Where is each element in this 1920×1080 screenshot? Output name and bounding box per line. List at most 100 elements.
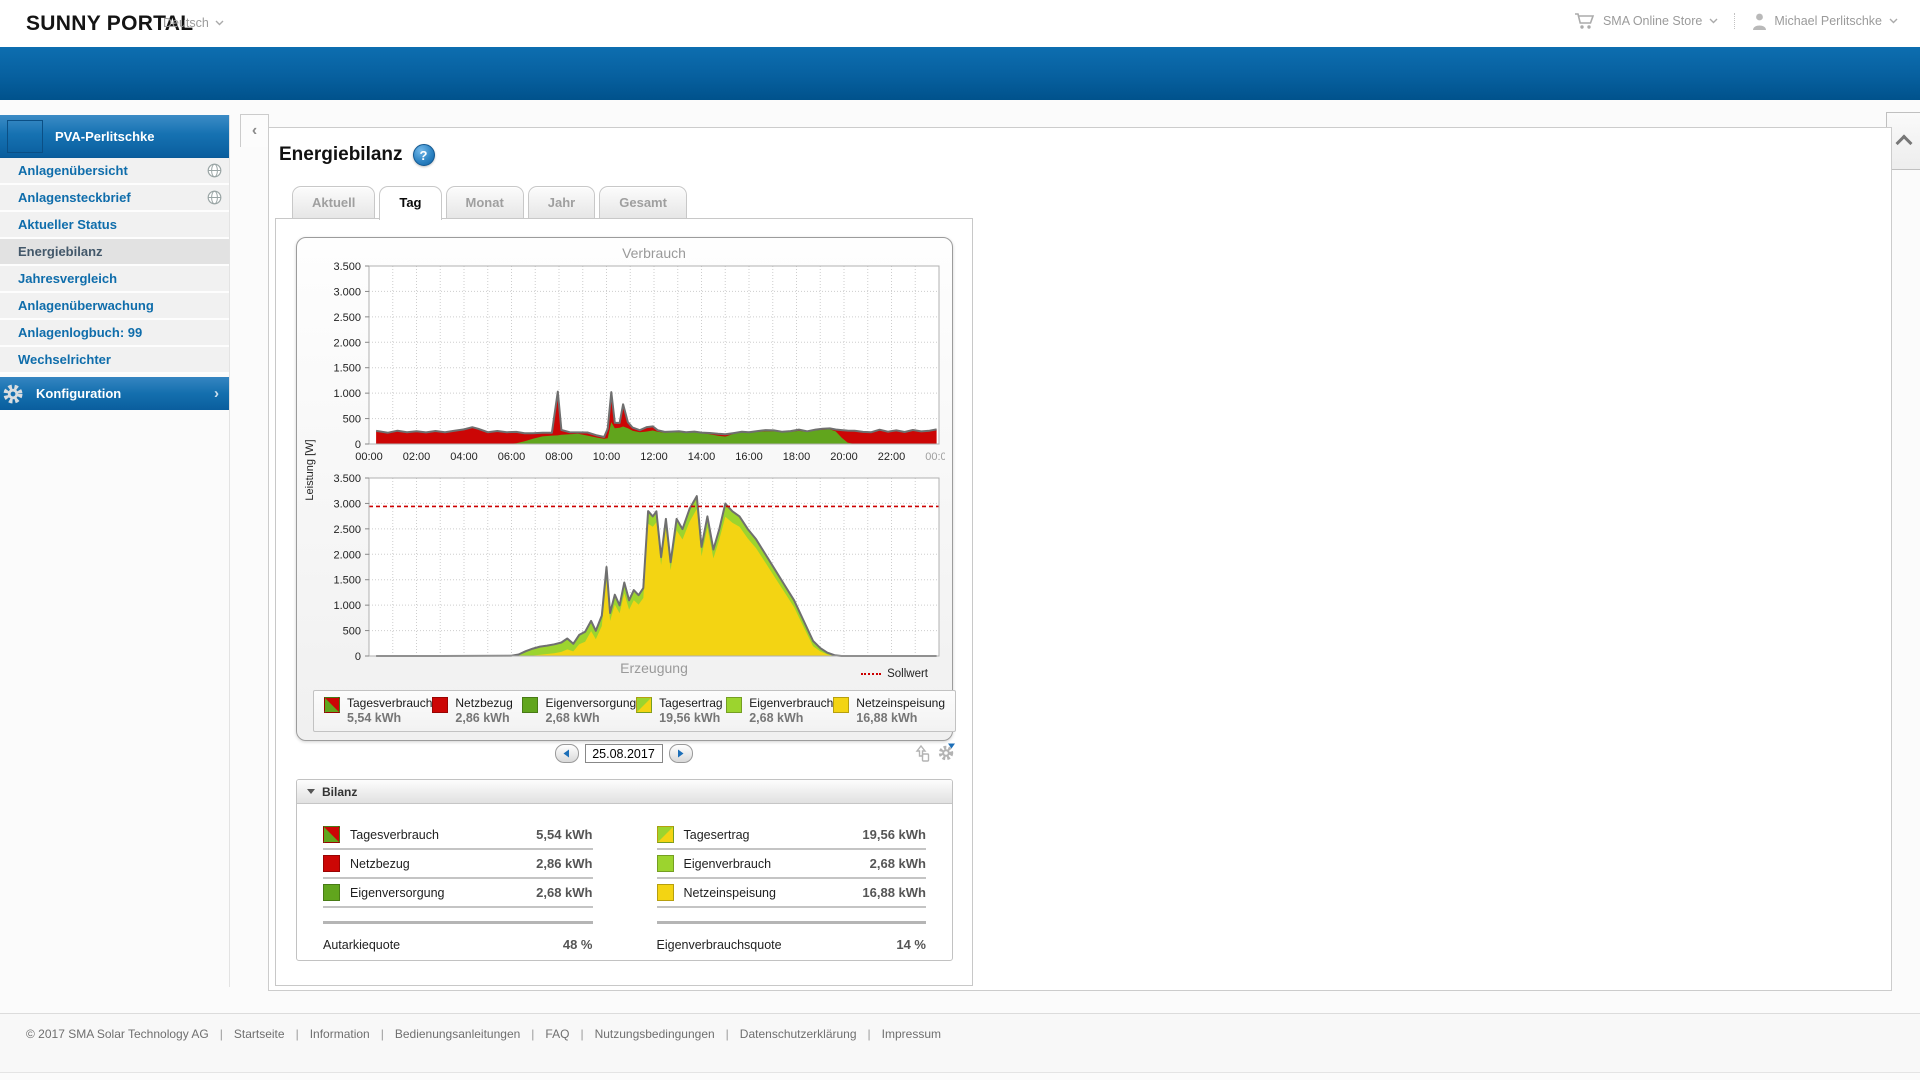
eigenverbrauchsquote-row: Eigenverbrauchsquote 14 %	[657, 937, 927, 952]
autarkiequote-label: Autarkiequote	[323, 937, 401, 952]
bilanz-value: 2,68 kWh	[869, 856, 926, 871]
svg-text:18:00: 18:00	[783, 451, 811, 463]
verbrauch-chart: 0 500 1.000 1.500 2.000 2.500 3.000 3.500 00:00 0…	[305, 244, 952, 472]
sidebar-menu: Anlagenübersicht Anlagensteckbrief Aktuell…	[0, 158, 229, 374]
footer-separator: |	[295, 1027, 299, 1041]
sollwert-line-sample	[861, 673, 882, 675]
footer-links: © 2017 SMA Solar Technology AG | Startseit…	[26, 1027, 941, 1041]
online-store-menu[interactable]: SMA Online Store	[1574, 12, 1718, 30]
sidebar-item-konfiguration[interactable]: Konfiguration ›	[0, 377, 229, 410]
legend-value: 2,86 kWh	[455, 711, 510, 725]
bilanz-label: Eigenversorgung	[350, 885, 445, 900]
svg-text:14:00: 14:00	[688, 451, 716, 463]
user-menu[interactable]: Michael Perlitschke	[1752, 13, 1898, 30]
tab-tag[interactable]: Tag	[379, 186, 442, 220]
sidebar-item-7[interactable]: Anlagenlogbuch: 99	[0, 320, 229, 347]
legend-label: Tagesertrag	[659, 696, 723, 710]
footer: © 2017 SMA Solar Technology AG | Startseit…	[0, 1013, 1920, 1073]
bilanz-row: Tagesverbrauch 5,54 kWh	[323, 821, 593, 850]
sidebar-item-label: Anlagenüberwachung	[18, 298, 154, 313]
chart-settings-icon[interactable]	[936, 743, 956, 768]
bilanz-swatch	[656, 884, 674, 901]
svg-text:3.500: 3.500	[333, 261, 361, 273]
legend-swatch	[636, 697, 653, 713]
sidebar-item-1[interactable]: Anlagenübersicht	[0, 158, 229, 185]
footer-link-3[interactable]: Bedienungsanleitungen	[395, 1027, 520, 1041]
legend-swatch	[432, 697, 449, 713]
sidebar-collapse-button[interactable]: ‹	[240, 114, 269, 147]
sidebar-item-label: Wechselrichter	[18, 352, 111, 367]
sidebar-item-5[interactable]: Jahresvergleich	[0, 266, 229, 293]
bilanz-row: Eigenverbrauch 2,68 kWh	[656, 850, 926, 879]
sidebar-item-label: Jahresvergleich	[18, 271, 118, 286]
tab-jahr[interactable]: Jahr	[527, 186, 596, 218]
top-right-menu: SMA Online Store Michael Perlitschke	[1574, 12, 1898, 30]
svg-text:1.500: 1.500	[333, 363, 361, 375]
language-selector[interactable]: Deutsch	[163, 16, 224, 30]
sidebar-item-8[interactable]: Wechselrichter	[0, 347, 229, 374]
footer-separator: |	[219, 1027, 223, 1041]
footer-separator: |	[380, 1027, 384, 1041]
footer-link-4[interactable]: FAQ	[545, 1027, 569, 1041]
online-store-label: SMA Online Store	[1602, 14, 1703, 28]
tab-aktuell[interactable]: Aktuell	[292, 186, 376, 218]
sidebar-item-3[interactable]: Aktueller Status	[0, 212, 229, 239]
bilanz-value: 2,86 kWh	[536, 856, 593, 871]
publish-icon[interactable]	[912, 743, 931, 768]
sidebar-item-6[interactable]: Anlagenüberwachung	[0, 293, 229, 320]
bilanz-label: Netzeinspeisung	[683, 885, 776, 900]
plant-header[interactable]: PVA-Perlitschke	[0, 115, 229, 158]
chart-tools	[912, 743, 956, 768]
bilanz-divider	[656, 921, 926, 924]
user-name-label: Michael Perlitschke	[1774, 14, 1882, 28]
bilanz-label: Tagesverbrauch	[350, 827, 439, 842]
footer-link-1[interactable]: Startseite	[234, 1027, 285, 1041]
bilanz-header[interactable]: Bilanz	[297, 780, 952, 804]
sidebar-item-label: Anlagenlogbuch: 99	[18, 325, 143, 340]
bilanz-label: Netzbezug	[350, 856, 410, 871]
sidebar-item-2[interactable]: Anlagensteckbrief	[0, 185, 229, 212]
svg-text:2.500: 2.500	[333, 524, 361, 536]
tab-strip: Aktuell Tag Monat Jahr Gesamt	[292, 186, 691, 220]
autarkiequote-value: 48 %	[562, 937, 593, 952]
svg-text:08:00: 08:00	[545, 451, 573, 463]
footer-separator: |	[531, 1027, 535, 1041]
page-title-row: Energiebilanz ?	[279, 144, 435, 166]
legend-swatch	[726, 697, 743, 713]
plant-name: PVA-Perlitschke	[55, 128, 155, 144]
bilanz-body: Tagesverbrauch 5,54 kWh Netzbezug 2,86 kWh E…	[297, 804, 952, 952]
svg-text:00:00: 00:00	[355, 451, 383, 463]
bilanz-swatch	[656, 855, 674, 872]
help-icon[interactable]: ?	[412, 144, 435, 166]
bilanz-row: Tagesertrag 19,56 kWh	[656, 821, 926, 850]
footer-link-6[interactable]: Datenschutzerklärung	[740, 1027, 857, 1041]
svg-text:500: 500	[343, 626, 361, 638]
footer-link-7[interactable]: Impressum	[882, 1027, 941, 1041]
tab-monat[interactable]: Monat	[445, 186, 524, 218]
svg-text:2.000: 2.000	[333, 337, 361, 349]
bilanz-value: 5,54 kWh	[536, 827, 593, 842]
tab-gesamt[interactable]: Gesamt	[599, 186, 687, 218]
bilanz-panel: Bilanz Tagesverbrauch 5,54 kWh Netzbezug 2,…	[296, 779, 953, 961]
legend-label: Eigenversorgung	[545, 696, 637, 710]
date-input[interactable]	[584, 744, 663, 763]
previous-day-button[interactable]	[554, 744, 579, 763]
globe-icon	[207, 190, 222, 205]
legend-entry-5: Eigenverbrauch 2,68 kWh	[726, 696, 833, 726]
sollwert-label: Sollwert	[887, 668, 928, 680]
svg-text:12:00: 12:00	[640, 451, 668, 463]
sidebar-item-label: Aktueller Status	[18, 217, 117, 232]
next-day-button[interactable]	[668, 744, 693, 763]
bilanz-row: Netzbezug 2,86 kWh	[323, 850, 593, 879]
footer-link-2[interactable]: Information	[310, 1027, 370, 1041]
sidebar-item-4[interactable]: Energiebilanz	[0, 239, 229, 266]
konfiguration-label: Konfiguration	[36, 386, 122, 401]
cart-icon	[1574, 13, 1595, 29]
legend-value: 5,54 kWh	[347, 711, 402, 725]
svg-text:1.500: 1.500	[333, 575, 361, 587]
user-icon	[1753, 13, 1767, 30]
copyright: © 2017 SMA Solar Technology AG	[26, 1027, 209, 1041]
footer-link-5[interactable]: Nutzungsbedingungen	[595, 1027, 715, 1041]
triangle-right-icon	[678, 749, 684, 758]
legend-swatch	[833, 697, 850, 713]
